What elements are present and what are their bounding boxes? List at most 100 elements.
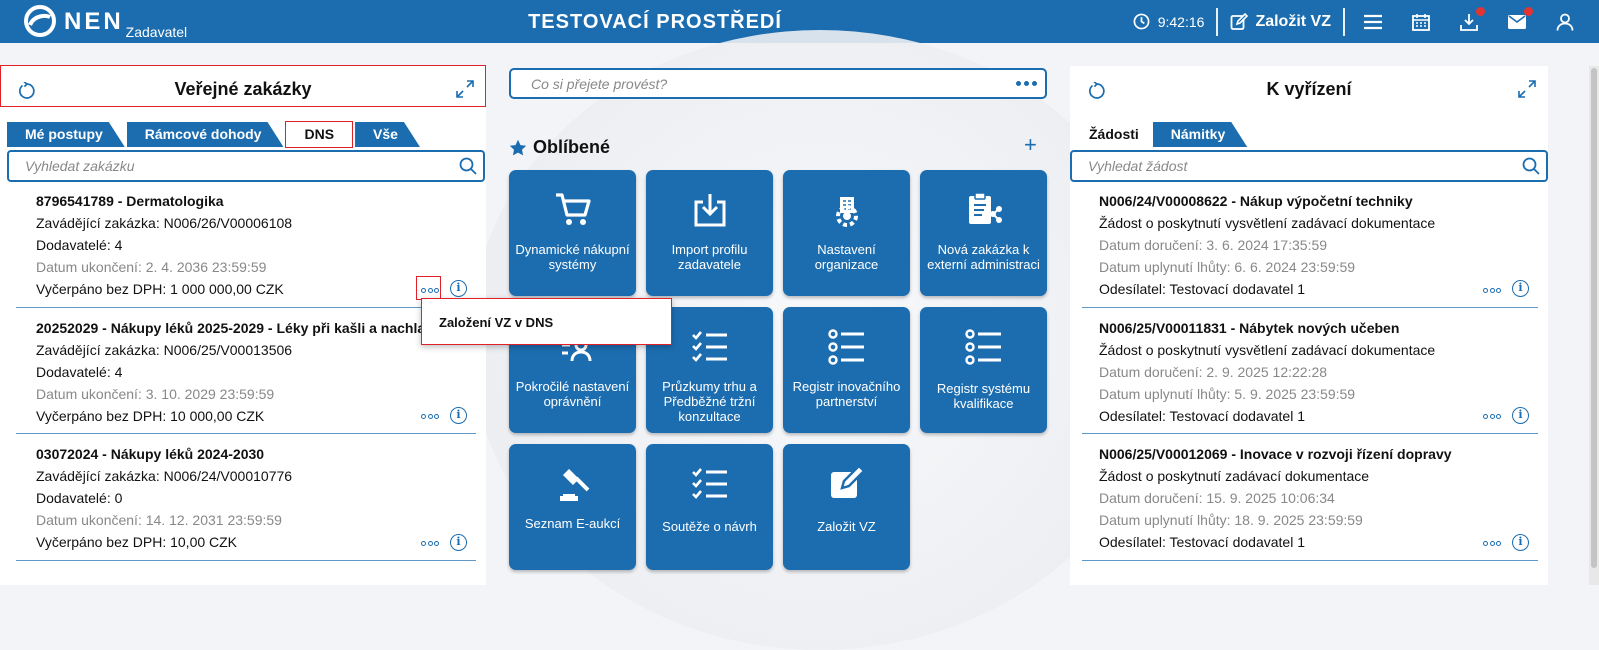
request-delivered: Datum doručení: 3. 6. 2024 17:35:59: [1099, 237, 1328, 253]
tender-initiating: Zavádějící zakázka: N006/25/V00013506: [36, 342, 293, 358]
more-actions-icon[interactable]: [1483, 539, 1501, 547]
tab-dns[interactable]: DNS: [285, 121, 354, 148]
tender-spent: Vyčerpáno bez DPH: 10,00 CZK: [36, 534, 238, 550]
pending-panel: K vyřízení Žádosti Námitky Vyhledat žádo…: [1070, 66, 1548, 585]
menu-button[interactable]: [1361, 10, 1385, 34]
add-favorite-icon[interactable]: +: [1024, 134, 1037, 156]
scrollbar-thumb[interactable]: [1591, 68, 1597, 568]
request-list-item[interactable]: N006/24/V00008622 - Nákup výpočetní tech…: [1099, 190, 1435, 300]
tab-namitky[interactable]: Námitky: [1153, 122, 1247, 147]
favorites-title: Oblíbené: [533, 137, 611, 157]
tile-label: Registr systému kvalifikace: [936, 381, 1031, 411]
tender-title[interactable]: 03072024 - Nákupy léků 2024-2030: [36, 443, 292, 465]
tender-initiating: Zavádějící zakázka: N006/24/V00010776: [36, 468, 293, 484]
tender-actions-menu: Založení VZ v DNS: [421, 298, 672, 345]
more-actions-icon[interactable]: [421, 412, 439, 420]
item-divider: [16, 433, 476, 434]
tile-label: Pokročilé nastavení oprávnění: [515, 379, 630, 409]
notification-dot: [1524, 6, 1533, 16]
checklist-icon: [691, 331, 727, 362]
tender-initiating: Zavádějící zakázka: N006/26/V00006108: [36, 215, 293, 231]
more-options-icon[interactable]: [1016, 81, 1037, 86]
tenders-panel: Veřejné zakázky Mé postupy Rámcové dohod…: [0, 65, 486, 585]
item-divider: [1082, 307, 1538, 308]
request-title[interactable]: N006/25/V00011831 - Nábytek nových učebe…: [1099, 317, 1435, 339]
tender-end-date: Datum ukončení: 3. 10. 2029 23:59:59: [36, 386, 275, 402]
tile-qualification-register[interactable]: Registr systému kvalifikace: [920, 307, 1047, 433]
request-title[interactable]: N006/24/V00008622 - Nákup výpočetní tech…: [1099, 190, 1435, 212]
tender-suppliers: Dodavatelé: 4: [36, 237, 123, 253]
tile-create-tender[interactable]: Založit VZ: [783, 444, 910, 570]
tender-search-input[interactable]: Vyhledat zakázku: [7, 150, 485, 182]
user-profile-button[interactable]: [1553, 10, 1577, 34]
request-delivered: Datum doručení: 2. 9. 2025 12:22:28: [1099, 364, 1328, 380]
info-icon[interactable]: i: [1512, 280, 1529, 297]
request-list-item[interactable]: N006/25/V00012069 - Inovace v rozvoji ří…: [1099, 443, 1452, 553]
calendar-button[interactable]: [1409, 10, 1433, 34]
notification-dot: [1476, 6, 1485, 16]
tile-organization-settings[interactable]: Nastavení organizace: [783, 170, 910, 296]
info-icon[interactable]: i: [450, 407, 467, 424]
tile-new-external-tender[interactable]: Nová zakázka k externí administraci: [920, 170, 1047, 296]
cart-icon: [555, 193, 591, 225]
tile-label: Soutěže o návrh: [662, 519, 757, 534]
download-icon: [1460, 13, 1478, 31]
clock-icon: [1133, 13, 1150, 30]
tenders-tabs: Mé postupy Rámcové dohody DNS Vše: [7, 121, 422, 148]
tender-list-item[interactable]: 03072024 - Nákupy léků 2024-2030 Zaváděj…: [36, 443, 292, 553]
tender-list-item[interactable]: 8796541789 - Dermatologika Zavádějící za…: [36, 190, 292, 300]
tab-me-postupy[interactable]: Mé postupy: [7, 122, 125, 147]
tile-e-auctions[interactable]: Seznam E-aukcí: [509, 444, 636, 570]
import-icon: [694, 194, 725, 227]
tab-ramcove-dohody[interactable]: Rámcové dohody: [127, 122, 284, 147]
header-divider: [1216, 7, 1219, 36]
request-title[interactable]: N006/25/V00012069 - Inovace v rozvoji ří…: [1099, 443, 1452, 465]
more-actions-icon[interactable]: [1483, 412, 1501, 420]
request-sender: Odesílatel: Testovací dodavatel 1: [1099, 281, 1305, 297]
downloads-button[interactable]: [1457, 6, 1485, 34]
request-search-input[interactable]: Vyhledat žádost: [1070, 150, 1548, 182]
tender-spent: Vyčerpáno bez DPH: 1 000 000,00 CZK: [36, 281, 284, 297]
request-sender: Odesílatel: Testovací dodavatel 1: [1099, 534, 1305, 550]
search-icon[interactable]: [459, 157, 477, 175]
create-tender-button[interactable]: Založit VZ: [1218, 12, 1343, 31]
tab-vse[interactable]: Vše: [355, 122, 420, 147]
more-actions-icon[interactable]: [1483, 286, 1501, 294]
expand-icon[interactable]: [1518, 80, 1536, 98]
tile-dynamic-purchasing-systems[interactable]: Dynamické nákupní systémy: [509, 170, 636, 296]
item-divider: [1082, 433, 1538, 434]
messages-button[interactable]: [1505, 6, 1533, 34]
more-actions-icon[interactable]: [421, 539, 439, 547]
info-icon[interactable]: i: [450, 280, 467, 297]
user-icon: [1556, 13, 1574, 31]
info-icon[interactable]: i: [1512, 534, 1529, 551]
tender-list-item[interactable]: 20252029 - Nákupy léků 2025-2029 - Léky …: [36, 317, 452, 427]
list-icon: [827, 329, 864, 365]
command-input[interactable]: Co si přejete provést?: [509, 68, 1047, 99]
clipboard-share-icon: [968, 192, 1002, 224]
request-list-item[interactable]: N006/25/V00011831 - Nábytek nových učebe…: [1099, 317, 1435, 427]
request-deadline: Datum uplynutí lhůty: 18. 9. 2025 23:59:…: [1099, 512, 1363, 528]
info-icon[interactable]: i: [1512, 407, 1529, 424]
tile-import-profile[interactable]: Import profilu zadavatele: [646, 170, 773, 296]
highlight-box: [0, 65, 486, 107]
tab-zadosti[interactable]: Žádosti: [1077, 122, 1151, 147]
tender-end-date: Datum ukončení: 14. 12. 2031 23:59:59: [36, 512, 282, 528]
tender-title[interactable]: 20252029 - Nákupy léků 2025-2029 - Léky …: [36, 317, 452, 339]
tile-design-contests[interactable]: Soutěže o návrh: [646, 444, 773, 570]
star-icon: [509, 139, 527, 155]
clock-time: 9:42:16: [1157, 13, 1205, 30]
tender-suppliers: Dodavatelé: 4: [36, 364, 123, 380]
tile-innovation-partnership-register[interactable]: Registr inovačního partnerství: [783, 307, 910, 433]
menu-item-create-dns-tender[interactable]: Založení VZ v DNS: [439, 315, 553, 330]
request-deadline: Datum uplynutí lhůty: 6. 6. 2024 23:59:5…: [1099, 259, 1356, 275]
tender-end-date: Datum ukončení: 2. 4. 2036 23:59:59: [36, 259, 267, 275]
request-sender: Odesílatel: Testovací dodavatel 1: [1099, 408, 1305, 424]
tender-title[interactable]: 8796541789 - Dermatologika: [36, 190, 292, 212]
pending-panel-header: K vyřízení: [1070, 66, 1548, 106]
info-icon[interactable]: i: [450, 534, 467, 551]
page-scrollbar[interactable]: [1589, 66, 1599, 585]
header-divider: [1343, 7, 1345, 36]
edit-icon: [1231, 12, 1249, 30]
search-icon[interactable]: [1522, 157, 1540, 175]
